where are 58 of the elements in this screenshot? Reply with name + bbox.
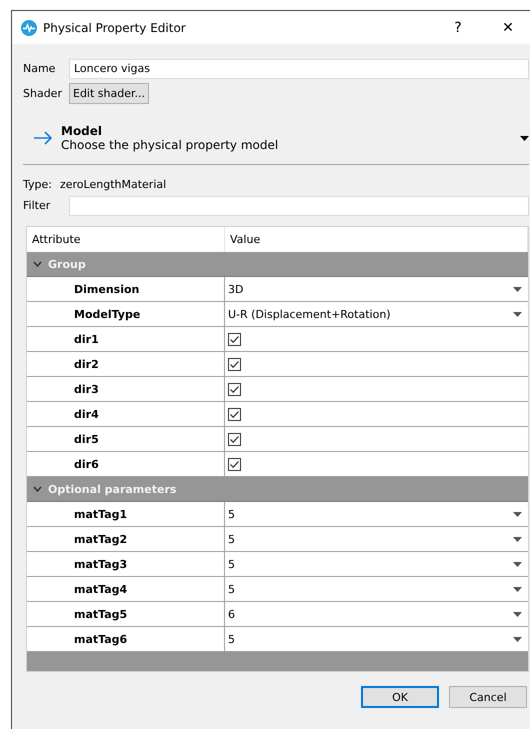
chevron-icon[interactable]: [33, 261, 42, 267]
checkbox[interactable]: [228, 408, 241, 420]
attribute-name: matTag2: [27, 527, 225, 551]
group-title: Optional parameters: [48, 482, 176, 496]
dialog-button[interactable]: OK: [361, 686, 439, 708]
dropdown-caret-icon: [513, 536, 522, 542]
checkbox[interactable]: [228, 358, 241, 370]
attribute-name: dir6: [27, 452, 225, 476]
app-icon: [21, 20, 37, 36]
name-label: Name: [23, 62, 56, 75]
checkbox[interactable]: [228, 458, 241, 470]
name-field[interactable]: Loncero vigas: [69, 58, 529, 78]
checkbox[interactable]: [228, 382, 241, 396]
type-value: zeroLengthMaterial: [60, 178, 166, 190]
attribute-name: matTag3: [27, 552, 225, 576]
value-dropdown[interactable]: 5: [228, 502, 522, 526]
attribute-name: matTag6: [27, 627, 225, 651]
checkbox[interactable]: [228, 432, 241, 446]
edit-shader-button[interactable]: Edit shader...: [69, 83, 149, 104]
attribute-name: Dimension: [27, 277, 225, 301]
value-dropdown[interactable]: 5: [228, 577, 522, 601]
dropdown-caret-icon: [513, 586, 522, 592]
type-label: Type:: [23, 178, 52, 190]
attribute-name: dir3: [27, 377, 225, 401]
dropdown-caret-icon: [513, 562, 522, 566]
help-button[interactable]: ?: [436, 12, 480, 42]
attribute-name: matTag4: [27, 577, 225, 601]
arrow-icon: [33, 131, 53, 145]
attribute-name: dir1: [27, 327, 225, 351]
dialog-button[interactable]: Cancel: [449, 686, 527, 708]
chevron-icon[interactable]: [33, 486, 42, 492]
value-dropdown[interactable]: 5: [228, 627, 522, 651]
value-dropdown[interactable]: 5: [228, 552, 522, 576]
attribute-name: dir2: [27, 352, 225, 376]
filter-label: Filter: [23, 199, 52, 212]
group-title: Group: [48, 258, 86, 270]
attribute-name: dir4: [27, 402, 225, 426]
dropdown-caret-icon: [513, 612, 522, 616]
value-dropdown[interactable]: 3D: [228, 277, 522, 301]
value-dropdown[interactable]: 5: [228, 527, 522, 551]
dropdown-caret-icon: [513, 636, 522, 642]
attribute-name: matTag5: [27, 602, 225, 626]
value-dropdown[interactable]: U-R (Displacement+Rotation): [228, 302, 522, 326]
attribute-name: dir5: [27, 427, 225, 451]
attribute-name: ModelType: [27, 302, 225, 326]
dropdown-caret-icon: [513, 512, 522, 516]
attribute-name: matTag1: [27, 502, 225, 526]
model-subtitle: Choose the physical property model: [61, 138, 280, 152]
value-dropdown[interactable]: 6: [228, 602, 522, 626]
model-title: Model: [61, 124, 104, 138]
dropdown-caret-icon[interactable]: [520, 136, 529, 140]
close-button[interactable]: ✕: [486, 12, 530, 42]
shader-label: Shader: [23, 87, 63, 100]
window-title: Physical Property Editor: [43, 20, 187, 34]
filter-field[interactable]: [69, 196, 529, 216]
dropdown-caret-icon: [513, 312, 522, 316]
checkbox[interactable]: [228, 332, 241, 346]
dropdown-caret-icon: [513, 286, 522, 292]
